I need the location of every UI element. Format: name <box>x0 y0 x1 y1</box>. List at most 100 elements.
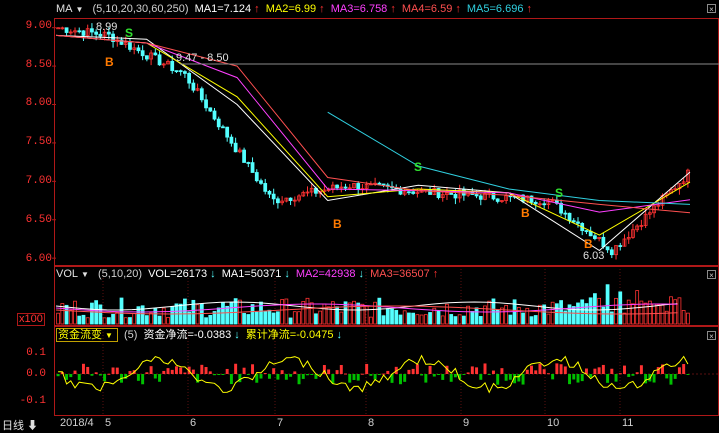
candle-body <box>267 190 272 195</box>
level-label: 9.47 - 8.50 <box>176 52 229 64</box>
candle-body <box>178 70 183 73</box>
candle-body <box>90 28 94 33</box>
sell-signal: S <box>414 160 423 174</box>
buy-signal: B <box>333 217 342 231</box>
candle-body <box>605 246 610 251</box>
volume-panel-close-icon[interactable]: × <box>707 270 716 280</box>
vol-ma3-arrow: ↑ <box>432 268 439 280</box>
flow-tick: 0.1 <box>26 347 46 359</box>
candle-body <box>246 162 251 164</box>
candle-body <box>128 42 132 50</box>
date-label: 8 <box>368 417 375 429</box>
vol-indicator-button[interactable]: VOL ▼ <box>56 268 92 280</box>
flow-indicator-button[interactable]: 资金流变 ▼ <box>56 328 118 342</box>
candle-body <box>199 88 204 101</box>
candle-body <box>601 236 606 248</box>
arrow-down-icon: ⬇ <box>24 420 39 432</box>
candle-body <box>593 235 597 239</box>
sell-signal: S <box>555 186 564 200</box>
vol-ma2-value: MA2=42938 <box>295 268 356 280</box>
date-label: 7 <box>277 417 284 429</box>
low-price-label: 6.03 <box>583 250 605 262</box>
candle-body <box>343 186 348 189</box>
buy-signal: B <box>584 237 593 251</box>
candle-body <box>259 180 263 184</box>
flow-panel-close-icon[interactable]: × <box>707 331 716 341</box>
vol-arrow: ↓ <box>210 268 216 280</box>
candle-body <box>576 221 580 224</box>
candle-body <box>276 198 280 204</box>
ma-line <box>55 34 691 252</box>
candle-body <box>140 50 145 57</box>
ma-line <box>327 111 691 205</box>
candle-body <box>191 82 196 91</box>
candle-body <box>144 55 149 60</box>
candle-body <box>584 230 589 233</box>
candle-body <box>242 149 246 163</box>
candle-body <box>567 212 572 222</box>
candle-body <box>98 33 103 37</box>
candle-body <box>411 191 416 194</box>
flow-net-value: 资金净流=-0.0383 <box>143 329 232 341</box>
vol-ma2-arrow: ↓ <box>358 268 365 280</box>
sell-signal: S <box>125 26 134 40</box>
candle-body <box>183 71 187 74</box>
high-price-label: 8.99 <box>96 21 118 33</box>
ma-line <box>55 34 691 236</box>
date-label: 11 <box>622 417 634 429</box>
candle-body <box>449 192 454 195</box>
candle-body <box>233 142 238 153</box>
period-selector[interactable]: 日线 ⬇ <box>2 417 38 433</box>
date-label: 2018/4 <box>60 417 94 429</box>
candle-body <box>208 107 213 112</box>
volume-unit-label: x100 <box>17 313 45 326</box>
candle-body <box>77 30 82 33</box>
flow-params: (5) <box>123 329 138 341</box>
candle-body <box>263 183 268 192</box>
candle-body <box>453 194 458 199</box>
candle-body <box>609 249 614 256</box>
candle-body <box>81 30 86 36</box>
candle-body <box>542 203 547 206</box>
flow-tick: 0.0 <box>26 368 46 380</box>
flow-cum-value: 累计净流=-0.0475 <box>245 329 334 341</box>
candle-body <box>157 54 162 66</box>
candle-body <box>474 194 479 197</box>
candle-body <box>478 195 483 200</box>
candle-body <box>377 182 382 185</box>
candle-body <box>491 192 496 200</box>
candle-body <box>495 198 500 202</box>
candle-body <box>398 188 403 195</box>
candle-body <box>559 202 563 214</box>
candle-body <box>221 126 225 129</box>
volume-indicator-header: VOL ▼ (5,10,20) VOL=26173 ↓ MA1=50371 ↓ MA2… <box>56 267 441 281</box>
candle-body <box>229 136 234 144</box>
candle-body <box>271 193 276 200</box>
candle-body <box>618 245 623 247</box>
candle-body <box>204 99 208 109</box>
candle-body <box>571 220 576 223</box>
candle-body <box>153 52 158 56</box>
candle-body <box>254 172 259 182</box>
vol-params: (5,10,20) <box>98 268 143 280</box>
flow-cum-arrow: ↓ <box>336 329 343 341</box>
date-label: 9 <box>463 417 470 429</box>
vol-ma3-value: MA3=36507 <box>370 268 430 280</box>
candle-body <box>407 191 411 194</box>
candle-body <box>225 126 230 138</box>
vol-value: VOL=26173 <box>148 268 208 280</box>
candle-body <box>56 27 60 30</box>
buy-signal: B <box>105 55 114 69</box>
candle-body <box>136 47 141 52</box>
candle-body <box>563 212 568 215</box>
candle-body <box>170 61 175 72</box>
candle-body <box>381 183 386 186</box>
date-label: 6 <box>190 417 197 429</box>
candle-body <box>174 70 179 73</box>
candle-body <box>335 184 339 189</box>
flow-indicator-header: 资金流变 ▼ (5) 资金净流=-0.0383 ↓ 累计净流=-0.0475 ↓ <box>56 328 345 342</box>
flow-tick: -0.1 <box>19 395 46 407</box>
candle-body <box>216 118 221 128</box>
candle-body <box>356 183 361 190</box>
vol-ma1-arrow: ↓ <box>284 268 290 280</box>
